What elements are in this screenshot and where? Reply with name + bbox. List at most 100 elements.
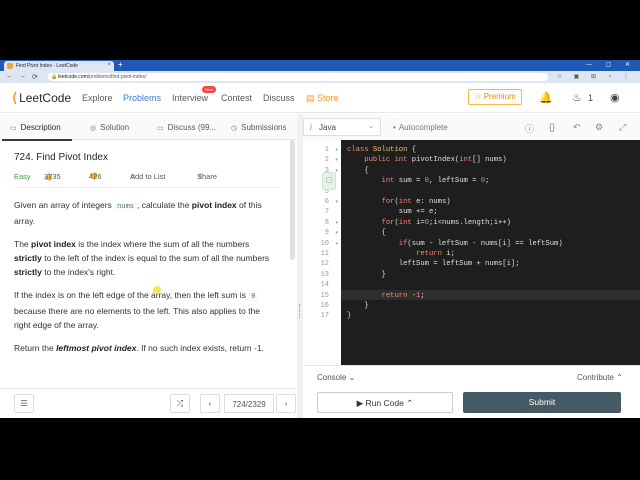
- random-problem-button[interactable]: ⤮: [170, 394, 190, 413]
- fold-arrow-icon[interactable]: ▾: [335, 230, 338, 236]
- code-line: public int pivotIndex(int[] nums): [364, 156, 507, 165]
- problem-description: 724. Find Pivot Index Easy 👍 3735 👎 426 …: [0, 140, 290, 378]
- line-number: 13: [320, 270, 329, 279]
- code-line: class Solution {: [347, 146, 417, 154]
- back-icon[interactable]: ←: [6, 73, 13, 80]
- language-select[interactable]: i Java ⌄: [303, 118, 381, 136]
- fold-arrow-icon[interactable]: ▾: [335, 241, 338, 247]
- browser-toolbar: ← → ⟳ 🔒 leetcode.com/problems/find-pivot…: [0, 71, 640, 83]
- shuffle-icon: ⤮: [176, 399, 184, 408]
- problem-list-button[interactable]: ☰: [14, 394, 34, 413]
- info-icon[interactable]: ⓘ: [525, 122, 534, 135]
- line-number: 11: [320, 250, 329, 258]
- browser-tab[interactable]: Find Pivot Index - LeetCode ×: [4, 61, 114, 71]
- share-label: Share: [197, 172, 218, 181]
- add-to-list-label: Add to List: [130, 172, 166, 181]
- code-line: {: [347, 229, 386, 238]
- premium-label: Premium: [483, 92, 516, 101]
- chevron-right-icon: ›: [284, 399, 288, 408]
- nav-contest[interactable]: Contest: [221, 93, 252, 103]
- premium-button[interactable]: ☆ Premium: [468, 89, 522, 105]
- tab-solution[interactable]: ◎ Solution: [90, 123, 129, 132]
- prev-problem-button[interactable]: ‹: [200, 394, 220, 413]
- tab-submissions-label: Submissions: [241, 123, 287, 132]
- action-bar: ▶ Run Code ⌃ Submit: [303, 389, 640, 418]
- code-line: return i;: [416, 250, 455, 258]
- code-line: for(int i=0;i<nums.length;i++): [381, 218, 511, 227]
- url-bar[interactable]: 🔒 leetcode.com/problems/find-pivot-index…: [48, 73, 548, 81]
- code-line: sum += e;: [347, 208, 438, 217]
- fullscreen-icon[interactable]: ⤢: [619, 122, 626, 133]
- submit-button[interactable]: Submit: [463, 392, 621, 413]
- fold-arrow-icon[interactable]: ▾: [335, 147, 338, 153]
- autocomplete-toggle[interactable]: • Autocomplete: [393, 123, 448, 132]
- contribute-button[interactable]: Contribute ⌃: [577, 373, 623, 382]
- fire-streak-icon[interactable]: ♨: [572, 91, 582, 104]
- extension-icons[interactable]: ☆ ▣ ⊞ ◔ ⋮: [557, 73, 634, 80]
- site-header: ⟨ LeetCode Explore Problems Interview New…: [0, 83, 640, 113]
- code-line: for(int e: nums): [381, 198, 451, 206]
- nav-interview[interactable]: Interview: [172, 93, 208, 103]
- description-paragraph: The pivot index is the index where the s…: [14, 239, 270, 277]
- splitter-grip-icon[interactable]: [299, 304, 301, 318]
- editor-side-widget-icon[interactable]: ▢: [322, 172, 336, 190]
- fold-arrow-icon[interactable]: ▾: [335, 157, 338, 163]
- nav-discuss[interactable]: Discuss: [263, 93, 295, 103]
- code-line: }: [347, 270, 386, 279]
- tab-discuss[interactable]: ▭ Discuss (99...: [157, 123, 216, 132]
- browser-window: Find Pivot Index - LeetCode × + — ▢ ✕ ← …: [0, 60, 640, 418]
- fold-arrow-icon[interactable]: ▾: [335, 220, 338, 226]
- new-tab-button[interactable]: +: [118, 60, 123, 69]
- nav-explore[interactable]: Explore: [82, 93, 113, 103]
- run-code-button[interactable]: ▶ Run Code ⌃: [317, 392, 453, 413]
- line-number: 1: [324, 146, 329, 154]
- console-toggle[interactable]: Console ⌄: [317, 373, 355, 382]
- tab-description[interactable]: ▭ Description: [10, 123, 61, 132]
- forward-icon[interactable]: →: [19, 73, 26, 80]
- list-icon: ☰: [20, 399, 28, 408]
- reload-icon[interactable]: ⟳: [32, 73, 38, 81]
- tab-description-label: Description: [20, 123, 61, 132]
- logo-text: LeetCode: [19, 91, 72, 105]
- dislike-count: 426: [89, 172, 102, 181]
- line-number: 15: [320, 291, 329, 300]
- problem-title: 724. Find Pivot Index: [14, 152, 108, 163]
- description-scrollbar[interactable]: [290, 140, 295, 260]
- problem-tabs: ▭ Description ◎ Solution ▭ Discuss (99... ◷…: [0, 114, 297, 141]
- line-number: 2: [324, 156, 329, 165]
- code-line: leftSum = leftSum + nums[i];: [347, 260, 520, 269]
- store-icon: ▤: [306, 93, 315, 103]
- code-line: }: [347, 312, 352, 321]
- reset-icon[interactable]: ↶: [573, 122, 581, 133]
- inline-code: nums: [114, 203, 137, 211]
- tab-submissions[interactable]: ◷ Submissions: [231, 123, 286, 132]
- nav-store[interactable]: ▤ Store: [306, 93, 339, 104]
- leetcode-favicon-icon: [7, 63, 13, 69]
- line-number: 7: [324, 208, 329, 217]
- window-controls[interactable]: — ▢ ✕: [586, 61, 636, 68]
- code-line: return -1;: [381, 291, 425, 300]
- like-count: 3735: [44, 172, 61, 181]
- close-tab-icon[interactable]: ×: [107, 62, 111, 68]
- line-number: 9: [324, 229, 329, 238]
- fire-count: 1: [588, 93, 594, 103]
- autocomplete-label: Autocomplete: [398, 123, 448, 132]
- user-avatar-icon[interactable]: ◉: [610, 91, 620, 104]
- code-line: }: [347, 302, 369, 310]
- settings-gear-icon[interactable]: ⚙: [595, 122, 603, 133]
- premium-star-icon: ☆: [474, 92, 482, 101]
- braces-icon[interactable]: {}: [549, 122, 555, 132]
- code-line: {: [347, 166, 369, 175]
- problem-number[interactable]: 724/2329: [224, 394, 274, 413]
- code-line: if(sum - leftSum - nums[i] == leftSum): [398, 239, 563, 248]
- notification-bell-icon[interactable]: 🔔: [539, 91, 553, 104]
- language-value: Java: [319, 123, 336, 132]
- nav-problems[interactable]: Problems: [123, 93, 161, 103]
- next-problem-button[interactable]: ›: [276, 394, 296, 413]
- leetcode-logo[interactable]: ⟨ LeetCode: [12, 90, 71, 106]
- solution-icon: ◎: [90, 125, 97, 132]
- inline-code: 0: [248, 293, 259, 301]
- difficulty-badge: Easy: [14, 172, 31, 181]
- description-paragraph: Given an array of integers nums, calcula…: [14, 200, 262, 226]
- fold-arrow-icon[interactable]: ▾: [335, 199, 338, 205]
